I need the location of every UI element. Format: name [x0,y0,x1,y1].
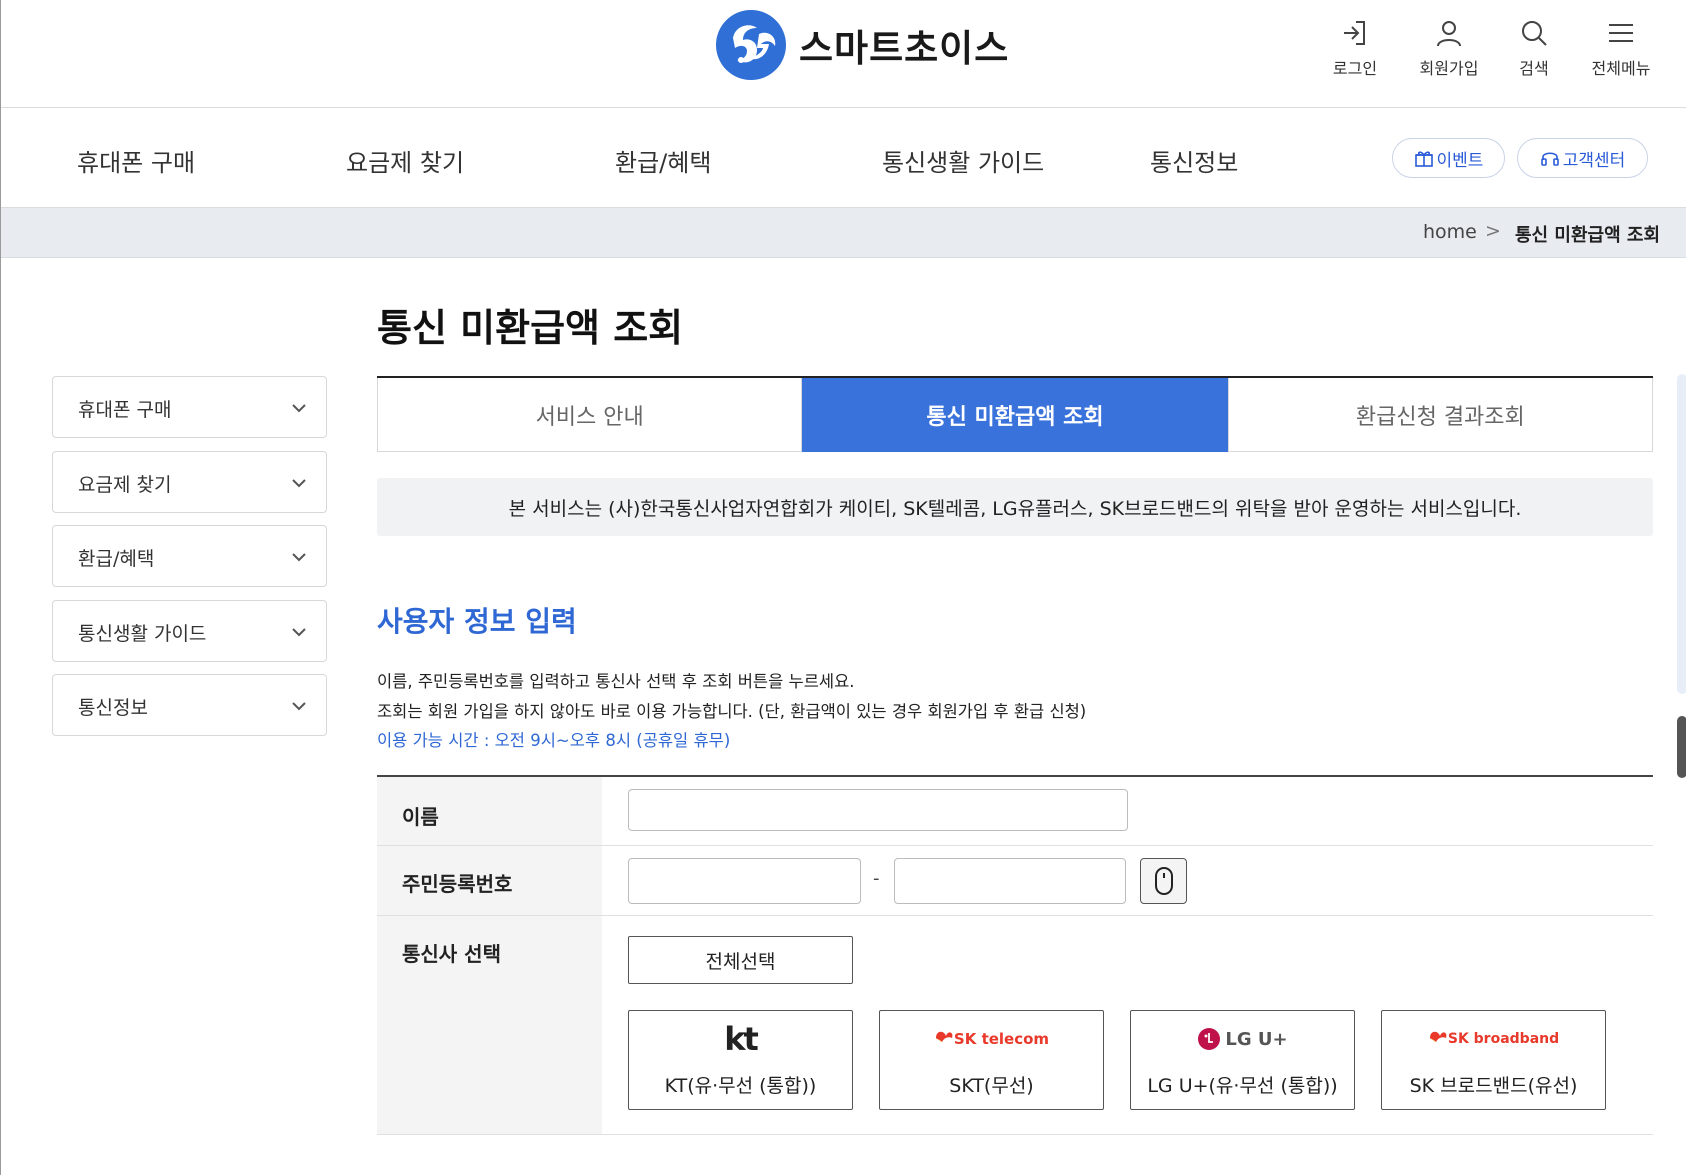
nav-item-plan-finder[interactable]: 요금제 찾기 [346,143,464,178]
rrn-label: 주민등록번호 [402,872,513,896]
skb-logo-icon: SK broadband [1382,1021,1605,1057]
event-label: 이벤트 [1436,150,1484,171]
breadcrumb-current: 통신 미환급액 조회 [1515,225,1661,246]
name-input[interactable] [628,789,1128,831]
chevron-down-icon [292,479,306,488]
carrier-row: 통신사 선택 전체선택 kt KT(유·무선 (통합)) SK telecom … [377,916,1653,1135]
event-button[interactable]: 이벤트 [1392,138,1505,178]
breadcrumb: home > 통신 미환급액 조회 [1,208,1686,258]
sidebar-item-label: 휴대폰 구매 [78,399,172,421]
carrier-skt-button[interactable]: SK telecom SKT(무선) [879,1010,1104,1110]
top-header: 스마트초이스 로그인 회원가입 검색 전체메뉴 [1,0,1686,108]
rrn-row: 주민등록번호 - [377,846,1653,916]
breadcrumb-home[interactable]: home [1423,221,1477,243]
kt-logo-icon: kt [724,1020,759,1058]
search-icon [1522,21,1547,46]
carrier-name: LG U+(유·무선 (통합)) [1147,1075,1338,1097]
sidebar-item-phone-purchase[interactable]: 휴대폰 구매 [52,376,327,438]
name-label-cell: 이름 [377,777,602,845]
headset-icon [1540,152,1559,166]
lgu-logo-icon: LG U+ [1131,1021,1354,1057]
sidebar-item-refund-benefits[interactable]: 환급/혜택 [52,525,327,587]
nav-item-phone-purchase[interactable]: 휴대폰 구매 [77,143,195,178]
service-hours: 이용 가능 시간 : 오전 9시~오후 8시 (공휴일 휴무) [377,731,731,750]
secure-keypad-button[interactable] [1140,858,1187,904]
signup-label: 회원가입 [1419,59,1479,78]
tab-service-info[interactable]: 서비스 안내 [377,378,803,452]
tab-refund-lookup[interactable]: 통신 미환급액 조회 [802,378,1228,452]
nav-item-telecom-guide[interactable]: 통신생활 가이드 [882,143,1044,178]
instruction-line: 이름, 주민등록번호를 입력하고 통신사 선택 후 조회 버튼을 누르세요. [377,672,855,691]
carrier-label-cell: 통신사 선택 [377,916,602,1134]
chevron-down-icon [292,628,306,637]
all-menu-button[interactable]: 전체메뉴 [1576,16,1666,79]
sk-butterfly-icon [1429,1031,1447,1042]
sidebar-item-plan-finder[interactable]: 요금제 찾기 [52,451,327,513]
search-label: 검색 [1519,59,1549,78]
carrier-name: SKT(무선) [949,1075,1034,1097]
signup-button[interactable]: 회원가입 [1404,16,1494,79]
menu-icon [1609,24,1633,42]
page-title: 통신 미환급액 조회 [377,306,684,350]
chevron-down-icon [292,404,306,413]
user-info-form: 이름 주민등록번호 - 통신사 선택 전체선택 kt KT(유·무선 (통합)) [377,775,1653,1135]
customer-center-label: 고객센터 [1562,150,1626,171]
sidebar-item-telecom-guide[interactable]: 통신생활 가이드 [52,600,327,662]
login-icon [1344,21,1365,45]
rrn-separator: - [873,868,880,889]
carrier-name: KT(유·무선 (통합)) [664,1075,817,1097]
carrier-lgu-button[interactable]: LG U+ LG U+(유·무선 (통합)) [1130,1010,1355,1110]
instruction-line: 조회는 회원 가입을 하지 않아도 바로 이용 가능합니다. (단, 환급액이 … [377,702,1087,721]
login-label: 로그인 [1332,59,1378,78]
gift-icon [1414,151,1433,167]
customer-center-button[interactable]: 고객센터 [1517,138,1648,178]
scroll-track[interactable] [1677,374,1686,694]
name-label: 이름 [402,805,439,829]
carrier-name: SK 브로드밴드(유선) [1409,1075,1578,1097]
nav-item-telecom-info[interactable]: 통신정보 [1150,143,1238,178]
section-title: 사용자 정보 입력 [377,605,577,638]
search-button[interactable]: 검색 [1489,16,1579,79]
carrier-skb-button[interactable]: SK broadband SK 브로드밴드(유선) [1381,1010,1606,1110]
user-icon [1437,21,1461,47]
tab-result-lookup[interactable]: 환급신청 결과조회 [1227,378,1653,452]
sk-butterfly-icon [935,1031,953,1042]
sidebar-item-label: 통신생활 가이드 [78,623,207,645]
select-all-button[interactable]: 전체선택 [628,936,853,984]
sidebar-item-label: 요금제 찾기 [78,474,172,496]
carrier-label: 통신사 선택 [402,942,501,966]
logo-mark-icon [716,10,786,80]
sidebar-item-telecom-info[interactable]: 통신정보 [52,674,327,736]
sidebar-item-label: 환급/혜택 [78,548,155,570]
chevron-down-icon [292,553,306,562]
rrn-back-input[interactable] [894,858,1126,904]
breadcrumb-separator: > [1485,220,1501,242]
service-notice: 본 서비스는 (사)한국통신사업자연합회가 케이티, SK텔레콤, LG유플러스… [377,478,1653,536]
nav-item-refund-benefits[interactable]: 환급/혜택 [615,143,711,178]
skt-logo-icon: SK telecom [880,1021,1103,1057]
carrier-kt-button[interactable]: kt KT(유·무선 (통합)) [628,1010,853,1110]
logo-text: 스마트초이스 [799,27,1010,70]
scroll-thumb[interactable] [1677,716,1686,778]
lg-face-icon [1198,1028,1221,1050]
rrn-label-cell: 주민등록번호 [377,846,602,915]
tab-bar: 서비스 안내 통신 미환급액 조회 환급신청 결과조회 [377,376,1653,452]
mouse-icon [1154,867,1173,895]
sidebar-item-label: 통신정보 [78,697,148,719]
name-row: 이름 [377,777,1653,846]
main-nav: 휴대폰 구매 요금제 찾기 환급/혜택 통신생활 가이드 통신정보 이벤트 고객… [1,108,1686,208]
page: 스마트초이스 로그인 회원가입 검색 전체메뉴 휴대폰 구매 요금제 찾기 환급… [0,0,1686,1175]
site-logo[interactable]: 스마트초이스 [713,8,1009,82]
all-menu-label: 전체메뉴 [1591,59,1651,78]
rrn-front-input[interactable] [628,858,861,904]
chevron-down-icon [292,702,306,711]
login-button[interactable]: 로그인 [1310,16,1400,79]
